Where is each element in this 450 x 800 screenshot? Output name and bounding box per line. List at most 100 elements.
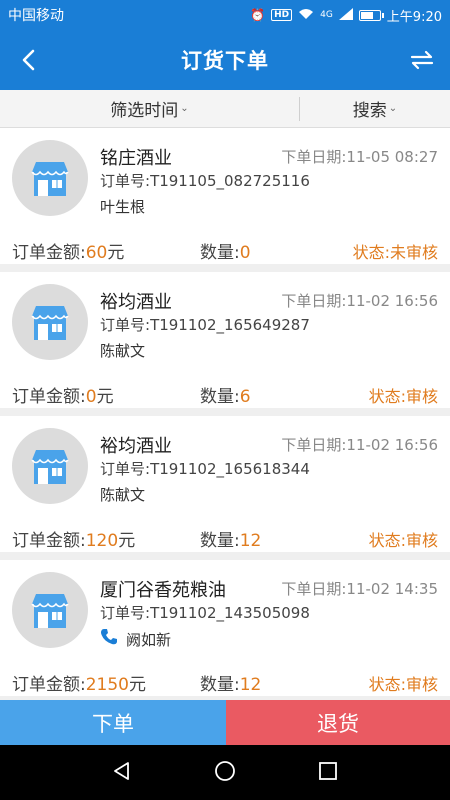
order-number-prefix: 订单号:: [100, 460, 151, 478]
currency-label: 元: [96, 387, 114, 407]
order-number: 订单号:T191102_165649287: [100, 314, 310, 335]
amount-label: 订单金额:: [12, 387, 86, 407]
order-date: 下单日期:11-02 16:56: [281, 434, 438, 455]
order-number-value: T191102_165618344: [150, 460, 310, 478]
amount-value: 60: [85, 243, 108, 263]
battery-icon: [358, 9, 384, 21]
status-bar: 中国移动 ⏰ HD 4G 上午9:20: [0, 0, 450, 30]
contact: 叶生根: [100, 196, 145, 217]
filter-time-dropdown[interactable]: 筛选时间 ⌄: [0, 96, 300, 121]
order-qty: 数量:0: [200, 238, 251, 263]
network-type-label: 4G: [320, 9, 333, 20]
store-icon: [12, 572, 88, 648]
contact: 陈献文: [100, 484, 145, 505]
place-order-button[interactable]: 下单: [0, 700, 226, 745]
order-card[interactable]: 铭庄酒业 下单日期:11-05 08:27 订单号:T191105_082725…: [0, 128, 450, 264]
order-card[interactable]: 厦门谷香苑粮油 下单日期:11-02 14:35 订单号:T191102_143…: [0, 560, 450, 696]
currency-label: 元: [107, 243, 125, 263]
action-bar: 下单 退货: [0, 700, 450, 745]
order-date-value: 11-02 16:56: [346, 436, 438, 454]
filter-time-label: 筛选时间: [110, 101, 179, 121]
order-summary: 订单金额:0元 数量:6 状态:审核: [0, 378, 450, 408]
chevron-down-icon: ⌄: [180, 103, 189, 114]
order-date-prefix: 下单日期:: [281, 436, 347, 454]
order-number: 订单号:T191102_165618344: [100, 458, 310, 479]
status-icons: ⏰ HD 4G 上午9:20: [250, 6, 442, 25]
order-number: 订单号:T191102_143505098: [100, 602, 310, 623]
order-summary: 订单金额:60元 数量:0 状态:未审核: [0, 234, 450, 264]
amount-label: 订单金额:: [12, 243, 86, 263]
order-number-value: T191102_143505098: [150, 604, 310, 622]
qty-label: 数量:: [200, 387, 240, 407]
system-nav-bar: [0, 745, 450, 800]
order-qty: 数量:12: [200, 670, 261, 695]
search-dropdown[interactable]: 搜索 ⌄: [300, 90, 450, 127]
wifi-icon: [298, 8, 314, 22]
order-list[interactable]: 铭庄酒业 下单日期:11-05 08:27 订单号:T191105_082725…: [0, 128, 450, 700]
store-icon: [12, 428, 88, 504]
swap-arrows-icon[interactable]: [408, 46, 436, 74]
status-badge: 状态:审核: [368, 675, 438, 694]
signal-icon: [338, 8, 353, 22]
store-icon: [12, 284, 88, 360]
order-amount: 订单金额:60元: [12, 238, 124, 263]
order-amount: 订单金额:2150元: [12, 670, 146, 695]
order-qty: 数量:12: [200, 526, 261, 551]
battery-level: [360, 11, 373, 19]
order-amount: 订单金额:0元: [12, 382, 114, 407]
amount-value: 2150: [85, 675, 129, 695]
chevron-left-icon[interactable]: [14, 44, 46, 76]
qty-value: 12: [239, 531, 262, 551]
order-number-prefix: 订单号:: [100, 604, 151, 622]
recents-square-icon[interactable]: [316, 759, 340, 787]
qty-value: 6: [239, 387, 251, 407]
store-name: 厦门谷香苑粮油: [100, 580, 226, 601]
order-date-prefix: 下单日期:: [281, 580, 347, 598]
phone-icon[interactable]: [100, 628, 118, 650]
qty-value: 0: [239, 243, 251, 263]
order-number-prefix: 订单号:: [100, 172, 151, 190]
order-number-value: T191102_165649287: [150, 316, 310, 334]
contact: 阙如新: [100, 628, 171, 650]
order-date-value: 11-02 14:35: [346, 580, 438, 598]
filter-bar: 筛选时间 ⌄ 搜索 ⌄: [0, 90, 450, 128]
contact-name: 阙如新: [126, 630, 172, 649]
order-qty: 数量:6: [200, 382, 251, 407]
order-date-value: 11-02 16:56: [346, 292, 438, 310]
order-date: 下单日期:11-02 16:56: [281, 290, 438, 311]
status-badge: 状态:未审核: [352, 243, 438, 262]
order-date: 下单日期:11-05 08:27: [281, 146, 438, 167]
qty-label: 数量:: [200, 243, 240, 263]
contact-name: 叶生根: [100, 198, 146, 216]
return-goods-button[interactable]: 退货: [226, 700, 450, 745]
status-badge: 状态:审核: [368, 387, 438, 406]
qty-label: 数量:: [200, 531, 240, 551]
amount-value: 0: [85, 387, 97, 407]
hd-icon: HD: [271, 9, 293, 21]
amount-value: 120: [85, 531, 119, 551]
store-icon: [12, 140, 88, 216]
alarm-icon: ⏰: [250, 8, 266, 22]
page-title: 订货下单: [181, 49, 269, 73]
store-name: 裕均酒业: [100, 436, 172, 457]
back-triangle-icon[interactable]: [110, 759, 134, 787]
contact: 陈献文: [100, 340, 145, 361]
order-date: 下单日期:11-02 14:35: [281, 578, 438, 599]
carrier-label: 中国移动: [8, 8, 64, 24]
order-amount: 订单金额:120元: [12, 526, 135, 551]
order-card[interactable]: 裕均酒业 下单日期:11-02 16:56 订单号:T191102_165649…: [0, 272, 450, 408]
store-name: 裕均酒业: [100, 292, 172, 313]
chevron-down-icon: ⌄: [388, 103, 398, 114]
order-card[interactable]: 裕均酒业 下单日期:11-02 16:56 订单号:T191102_165618…: [0, 416, 450, 552]
nav-bar: 订货下单: [0, 30, 450, 90]
home-circle-icon[interactable]: [213, 759, 237, 787]
contact-name: 陈献文: [100, 486, 146, 504]
qty-value: 12: [239, 675, 262, 695]
order-number-value: T191105_082725116: [150, 172, 310, 190]
contact-name: 陈献文: [100, 342, 146, 360]
store-name: 铭庄酒业: [100, 148, 172, 169]
currency-label: 元: [118, 531, 136, 551]
search-label: 搜索: [352, 101, 387, 121]
status-badge: 状态:审核: [368, 531, 438, 550]
order-number-prefix: 订单号:: [100, 316, 151, 334]
